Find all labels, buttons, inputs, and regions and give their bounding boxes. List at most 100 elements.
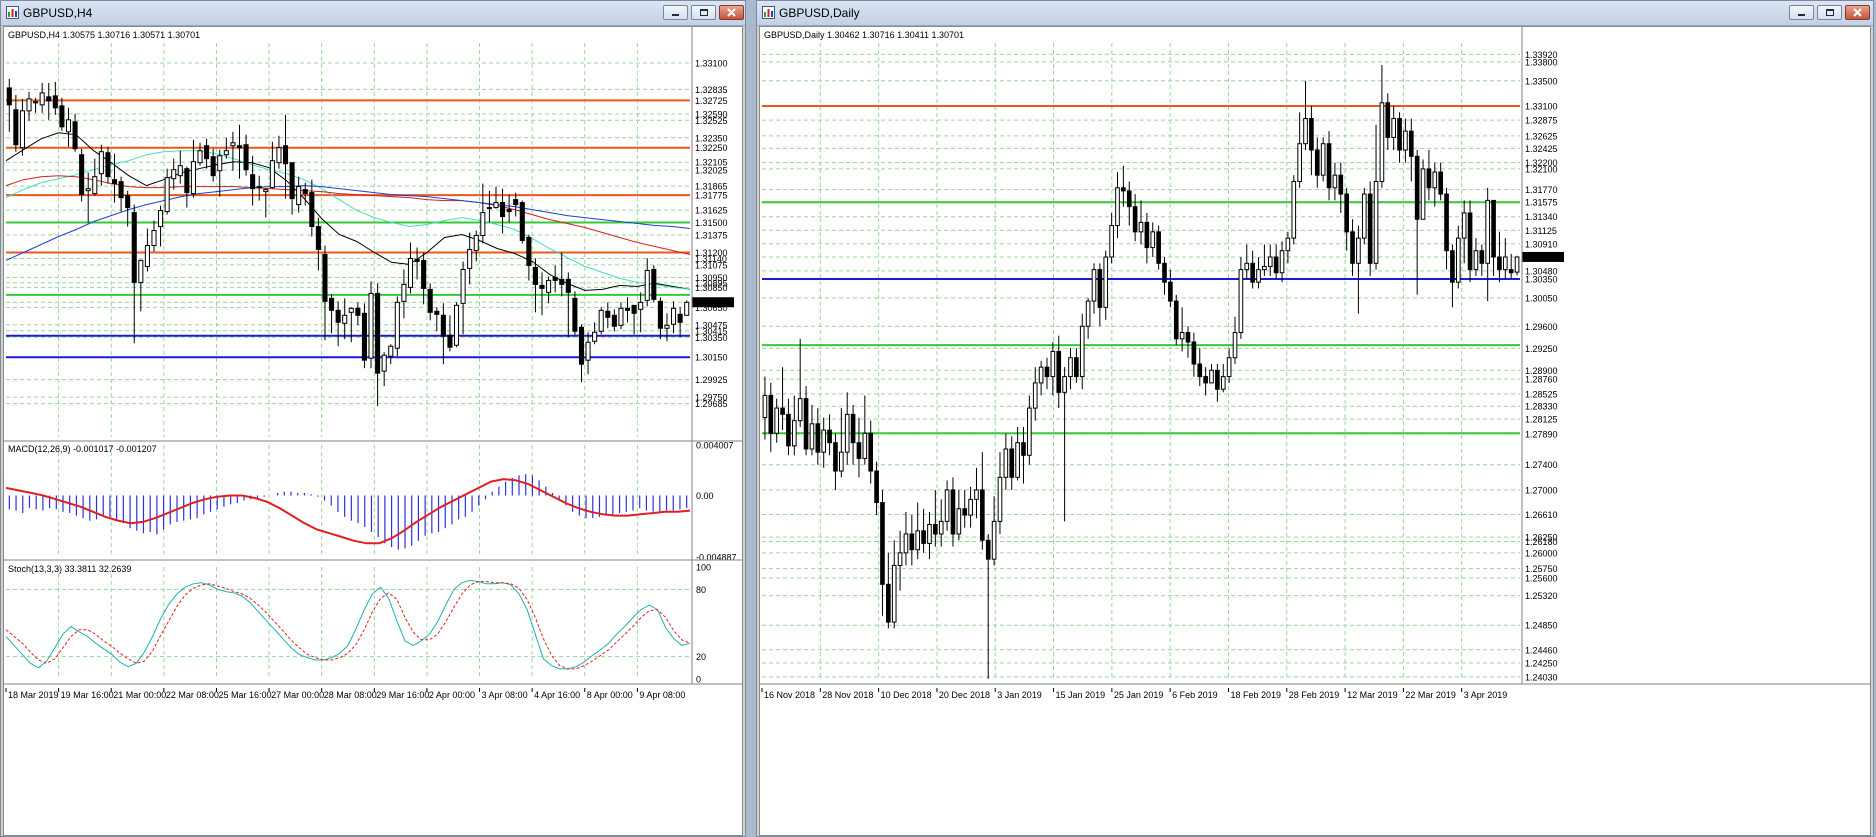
- close-button[interactable]: [719, 5, 744, 20]
- bear-candle: [302, 189, 308, 195]
- h4-titlebar[interactable]: GBPUSD,H4: [1, 1, 745, 26]
- maximize-button[interactable]: [691, 5, 716, 20]
- h4-price-pane[interactable]: 1.331001.328351.327251.325901.325251.323…: [5, 43, 734, 437]
- bull-candle: [1420, 168, 1426, 220]
- bear-candle: [1467, 212, 1473, 271]
- daily-chart-svg[interactable]: 1.339201.338001.335001.331001.328751.326…: [760, 27, 1870, 835]
- close-icon: [1853, 8, 1862, 17]
- bear-candle: [309, 192, 315, 228]
- maximize-button[interactable]: [1817, 5, 1842, 20]
- bear-candle: [1367, 193, 1373, 264]
- bear-candle: [105, 152, 111, 178]
- macd-axis-label: 0.00: [696, 491, 714, 501]
- price-axis-label: 1.30150: [695, 353, 728, 363]
- bear-candle: [868, 432, 874, 472]
- bull-candle: [1379, 102, 1385, 182]
- bear-candle: [329, 297, 335, 311]
- daily-titlebar[interactable]: GBPUSD,Daily: [757, 1, 1873, 26]
- bull-candle: [1038, 366, 1044, 384]
- minimize-button[interactable]: [663, 5, 688, 20]
- bull-candle: [1015, 442, 1020, 478]
- bear-candle: [375, 292, 381, 374]
- bull-candle: [974, 489, 979, 500]
- daily-chart-area[interactable]: 1.33920 1.33800 1.33500 1.33100 1.32875 1.326…: [759, 26, 1871, 836]
- price-axis-label: 1.32425: [1525, 144, 1558, 154]
- price-axis-label: 1.24460: [1525, 645, 1558, 655]
- bull-candle: [1279, 250, 1285, 274]
- bear-candle: [1168, 281, 1173, 302]
- bull-candle: [598, 309, 604, 332]
- bear-candle: [52, 95, 58, 109]
- bull-candle: [1356, 237, 1361, 264]
- price-axis-label: 1.33500: [1525, 76, 1558, 86]
- bear-candle: [282, 145, 289, 165]
- bull-candle: [480, 212, 486, 237]
- bull-candle: [158, 210, 164, 228]
- bull-candle: [164, 177, 170, 213]
- bear-candle: [786, 413, 791, 447]
- bear-candle: [833, 442, 838, 472]
- bull-candle: [1432, 171, 1438, 189]
- macd-signal-line: [5, 478, 691, 545]
- close-button[interactable]: [1845, 5, 1870, 20]
- bear-candle: [980, 489, 985, 541]
- h4-chart-area[interactable]: 1.33100 1.32835 1.32725 1.32590 1.32525 1.323…: [3, 26, 743, 836]
- bear-candle: [1185, 332, 1191, 343]
- bull-candle: [1003, 448, 1009, 478]
- price-axis-label: 1.32100: [1525, 164, 1558, 174]
- bull-candle: [592, 331, 598, 342]
- price-axis-label: 1.25600: [1525, 574, 1558, 584]
- bull-candle: [296, 186, 302, 206]
- bear-candle: [1144, 221, 1150, 249]
- bear-candle: [1314, 149, 1320, 176]
- bear-candle: [1414, 155, 1420, 220]
- h4-macd-pane[interactable]: 0.004007 0.00 -0.004887: [5, 441, 737, 563]
- time-axis-label: 3 Apr 2019: [1464, 690, 1508, 700]
- macd-axis-label: -0.004887: [696, 553, 737, 563]
- price-axis-label: 1.31775: [695, 191, 728, 201]
- daily-chart-window[interactable]: GBPUSD,Daily 1.33920 1.33800 1.33500 1.3310…: [756, 0, 1874, 837]
- price-axis-label: 1.29925: [695, 375, 728, 385]
- time-axis-label: 29 Mar 16:00: [376, 690, 429, 700]
- h4-stoch-pane[interactable]: 100 80 20 0: [5, 563, 711, 685]
- bear-candle: [572, 297, 578, 332]
- bear-candle: [1497, 256, 1502, 271]
- price-axis-label: 1.27400: [1525, 460, 1558, 470]
- bull-candle: [944, 489, 950, 522]
- minimize-icon: [672, 14, 679, 16]
- bear-candle: [1408, 130, 1414, 157]
- time-axis-label: 25 Mar 16:00: [218, 690, 271, 700]
- price-axis-label: 1.31075: [695, 260, 728, 270]
- bull-candle: [342, 314, 348, 324]
- bear-candle: [1132, 206, 1138, 233]
- bear-candle: [1126, 190, 1132, 208]
- price-axis-label: 1.31375: [695, 231, 728, 241]
- price-axis-label: 1.24250: [1525, 659, 1558, 669]
- bear-candle: [1009, 448, 1015, 478]
- bear-candle: [79, 154, 85, 196]
- macd-axis-label: 0.004007: [696, 441, 734, 451]
- bull-candle: [92, 176, 98, 195]
- bear-candle: [361, 312, 367, 361]
- daily-info-label: GBPUSD,Daily 1.30462 1.30716 1.30411 1.3…: [764, 30, 964, 40]
- minimize-button[interactable]: [1789, 5, 1814, 20]
- bull-candle: [1332, 174, 1338, 189]
- daily-price-pane[interactable]: 1.339201.338001.335001.331001.328751.326…: [762, 43, 1564, 682]
- bear-candle: [315, 226, 321, 250]
- bull-candle: [1297, 143, 1302, 182]
- bear-candle: [1508, 269, 1514, 274]
- bear-candle: [111, 179, 118, 185]
- bear-candle: [1156, 231, 1161, 264]
- h4-chart-svg[interactable]: 1.331001.328351.327251.325901.325251.323…: [4, 27, 742, 835]
- price-axis-label: 1.28760: [1525, 375, 1558, 385]
- bull-candle: [276, 147, 282, 164]
- bull-candle: [1115, 187, 1120, 227]
- bear-candle: [605, 310, 611, 318]
- bear-candle: [850, 413, 856, 444]
- bull-candle: [230, 142, 236, 147]
- h4-chart-window[interactable]: GBPUSD,H4 1.33100 1.32835 1.32725 1.32590 1.…: [0, 0, 746, 837]
- bear-candle: [427, 288, 433, 313]
- bull-candle: [664, 324, 670, 329]
- price-axis-label: 1.24850: [1525, 621, 1558, 631]
- bear-candle: [1438, 171, 1443, 195]
